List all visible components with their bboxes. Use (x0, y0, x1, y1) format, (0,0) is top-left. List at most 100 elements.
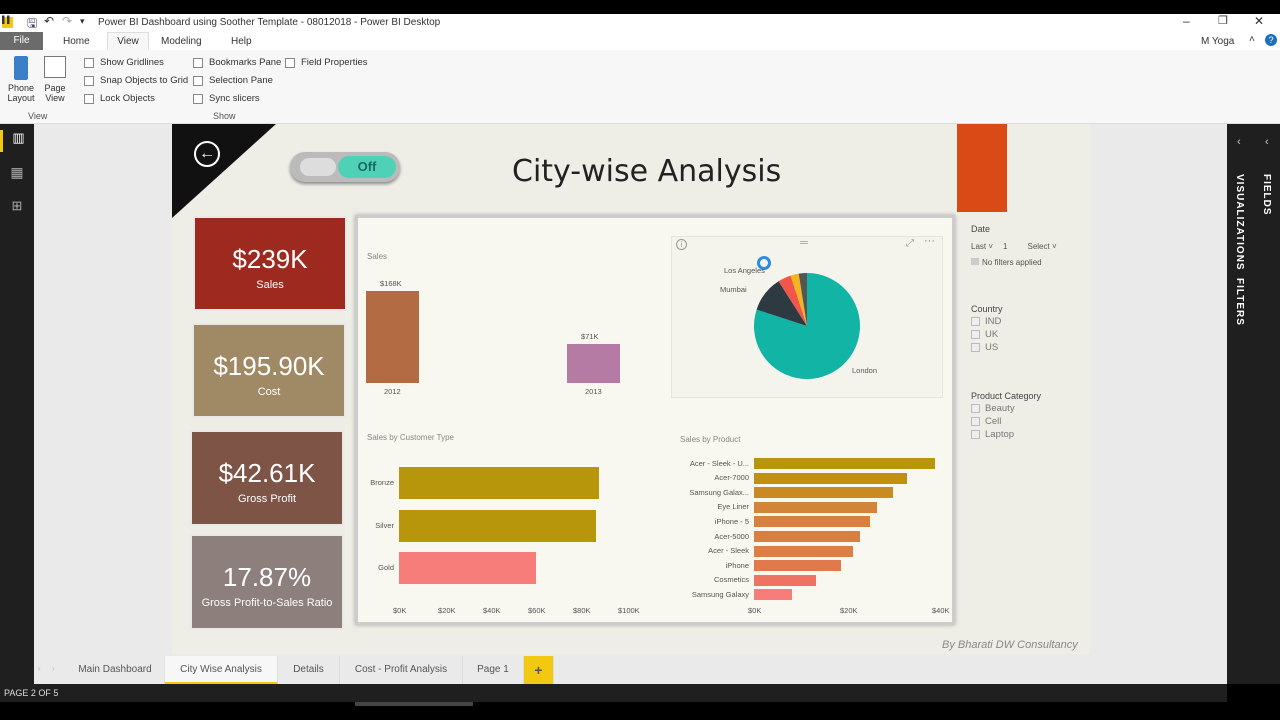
date-count-input[interactable]: 1 (1003, 242, 1007, 251)
checkbox[interactable] (971, 430, 980, 439)
tab-help[interactable]: Help (231, 36, 252, 47)
horizontal-scrollbar[interactable] (355, 702, 473, 706)
fields-pane-tab[interactable]: FIELDS (1261, 174, 1272, 216)
help-icon[interactable]: ? (1265, 34, 1277, 46)
checkbox[interactable] (971, 404, 980, 413)
bar-samsung-galaxy[interactable] (754, 589, 793, 601)
slicer-option-cell[interactable]: Cell (971, 416, 1041, 427)
slicer-option-laptop[interactable]: Laptop (971, 429, 1041, 440)
pie-label: Mumbai (720, 285, 747, 294)
bar-eye-liner[interactable] (754, 501, 877, 513)
x-tick-label: $20K (840, 606, 858, 615)
x-tick-label: $40K (483, 606, 501, 615)
checkbox-box[interactable] (193, 57, 203, 68)
bar-category-label: Eye Liner (717, 502, 749, 512)
checkbox-bookmarks-pane[interactable]: Bookmarks Pane (193, 57, 281, 68)
close-button[interactable]: ✕ (1254, 14, 1264, 28)
checkbox-sync-slicers[interactable]: Sync slicers (193, 93, 260, 104)
visualizations-pane-tab[interactable]: VISUALIZATIONS (1234, 174, 1245, 271)
collapse-visualizations-icon[interactable]: ‹ (1237, 136, 1241, 148)
slicer-option-beauty[interactable]: Beauty (971, 403, 1041, 414)
page-tab-details[interactable]: Details (278, 656, 340, 684)
report-view-icon[interactable]: ▥ (0, 130, 34, 152)
slicer-option-us[interactable]: US (971, 342, 1003, 353)
date-unit-dropdown[interactable]: Select ˅ (1027, 242, 1056, 251)
page-tab-city-wise-analysis[interactable]: City Wise Analysis (165, 656, 278, 684)
bar-gold[interactable] (399, 552, 537, 584)
bar-acer-sleek-u-[interactable] (754, 458, 935, 469)
slicer-option-ind[interactable]: IND (971, 316, 1003, 327)
data-view-icon[interactable]: ▦ (0, 164, 34, 181)
tab-file[interactable]: File (0, 32, 43, 50)
collapse-ribbon-icon[interactable]: ˄ (1249, 34, 1255, 45)
bar-iphone-5[interactable] (754, 516, 870, 528)
page-tab-cost-profit-analysis[interactable]: Cost - Profit Analysis (340, 656, 463, 684)
checkbox-snap-objects-to-grid[interactable]: Snap Objects to Grid (84, 75, 188, 86)
checkbox-field-properties[interactable]: Field Properties (285, 57, 368, 68)
checkbox-box[interactable] (193, 93, 203, 104)
checkbox[interactable] (971, 343, 980, 352)
kpi-value: $42.61K (218, 458, 316, 488)
kpi-card-2: $42.61K Gross Profit (190, 430, 344, 526)
checkbox-box[interactable] (84, 75, 94, 86)
bar-bronze[interactable] (399, 467, 600, 499)
checkbox[interactable] (971, 417, 980, 426)
date-mode-dropdown[interactable]: Last ˅ (971, 242, 993, 251)
checkbox[interactable] (971, 317, 980, 326)
tab-view[interactable]: View (107, 32, 149, 50)
redo-icon[interactable]: ↷ (62, 14, 72, 28)
bar-acer-7000[interactable] (754, 472, 908, 484)
bar-acer-sleek[interactable] (754, 545, 853, 557)
checkbox-box[interactable] (84, 57, 94, 68)
add-page-button[interactable]: + (524, 656, 554, 684)
quick-access-dropdown-icon[interactable]: ▾ (80, 16, 85, 27)
next-page-arrow[interactable]: › (52, 664, 55, 673)
page-view-button[interactable]: Page View (40, 56, 70, 103)
tab-home[interactable]: Home (63, 36, 90, 47)
checkbox-label: Lock Objects (100, 93, 155, 104)
collapse-fields-icon[interactable]: ‹ (1265, 136, 1269, 148)
checkbox-label: Selection Pane (209, 75, 273, 86)
page-tab-page-1[interactable]: Page 1 (463, 656, 524, 684)
model-view-icon[interactable]: ⊞ (0, 198, 34, 214)
phone-icon (14, 56, 28, 80)
pie-visual: i ═ ⤢ ··· Los Angeles Mumbai London (671, 235, 943, 398)
checkbox-label: Sync slicers (209, 93, 260, 104)
checkbox-box[interactable] (285, 57, 295, 68)
sales-bar-2013[interactable] (567, 344, 620, 383)
kpi-card-1: $195.90K Cost (192, 323, 346, 418)
checkbox-label: Bookmarks Pane (209, 57, 282, 68)
page-tab-main-dashboard[interactable]: Main Dashboard (66, 656, 165, 684)
bar-iphone[interactable] (754, 560, 841, 572)
checkbox-show-gridlines[interactable]: Show Gridlines (84, 57, 164, 68)
option-label: Cell (985, 416, 1002, 427)
menu-tabs: File Home View Modeling Help M Yoga ˄ ? (0, 32, 1280, 50)
restore-button[interactable]: ❐ (1218, 14, 1228, 27)
country-slicer-title: Country (971, 304, 1003, 314)
undo-icon[interactable]: ↶ (44, 14, 54, 28)
phone-layout-button[interactable]: Phone Layout (5, 56, 37, 103)
checkbox-selection-pane[interactable]: Selection Pane (193, 75, 273, 86)
prev-page-arrow[interactable]: ‹ (38, 664, 41, 673)
back-arrow-icon[interactable]: ← (194, 141, 220, 167)
bar-cosmetics[interactable] (754, 574, 817, 586)
bar-category-label: iPhone - 5 (714, 516, 749, 526)
bar-acer-5000[interactable] (754, 531, 860, 542)
sales-data-label: $168K (380, 279, 402, 288)
option-label: US (985, 342, 999, 353)
show-group-label: Show (213, 111, 236, 121)
bar-silver[interactable] (399, 509, 596, 542)
sales-bar-2012[interactable] (366, 291, 419, 383)
checkbox[interactable] (971, 330, 980, 339)
filters-pane-tab[interactable]: FILTERS (1234, 278, 1245, 326)
slicer-option-uk[interactable]: UK (971, 329, 1003, 340)
corner-banner (172, 124, 276, 218)
minimize-button[interactable]: – (1183, 14, 1190, 28)
checkbox-box[interactable] (193, 75, 203, 86)
checkbox-box[interactable] (84, 93, 94, 104)
tab-modeling[interactable]: Modeling (161, 36, 202, 47)
checkbox-lock-objects[interactable]: Lock Objects (84, 93, 155, 104)
country-slicer: Country IND UK US (971, 304, 1003, 353)
toggle-switch[interactable]: Off (290, 152, 400, 182)
bar-samsung-galax-[interactable] (754, 487, 893, 499)
